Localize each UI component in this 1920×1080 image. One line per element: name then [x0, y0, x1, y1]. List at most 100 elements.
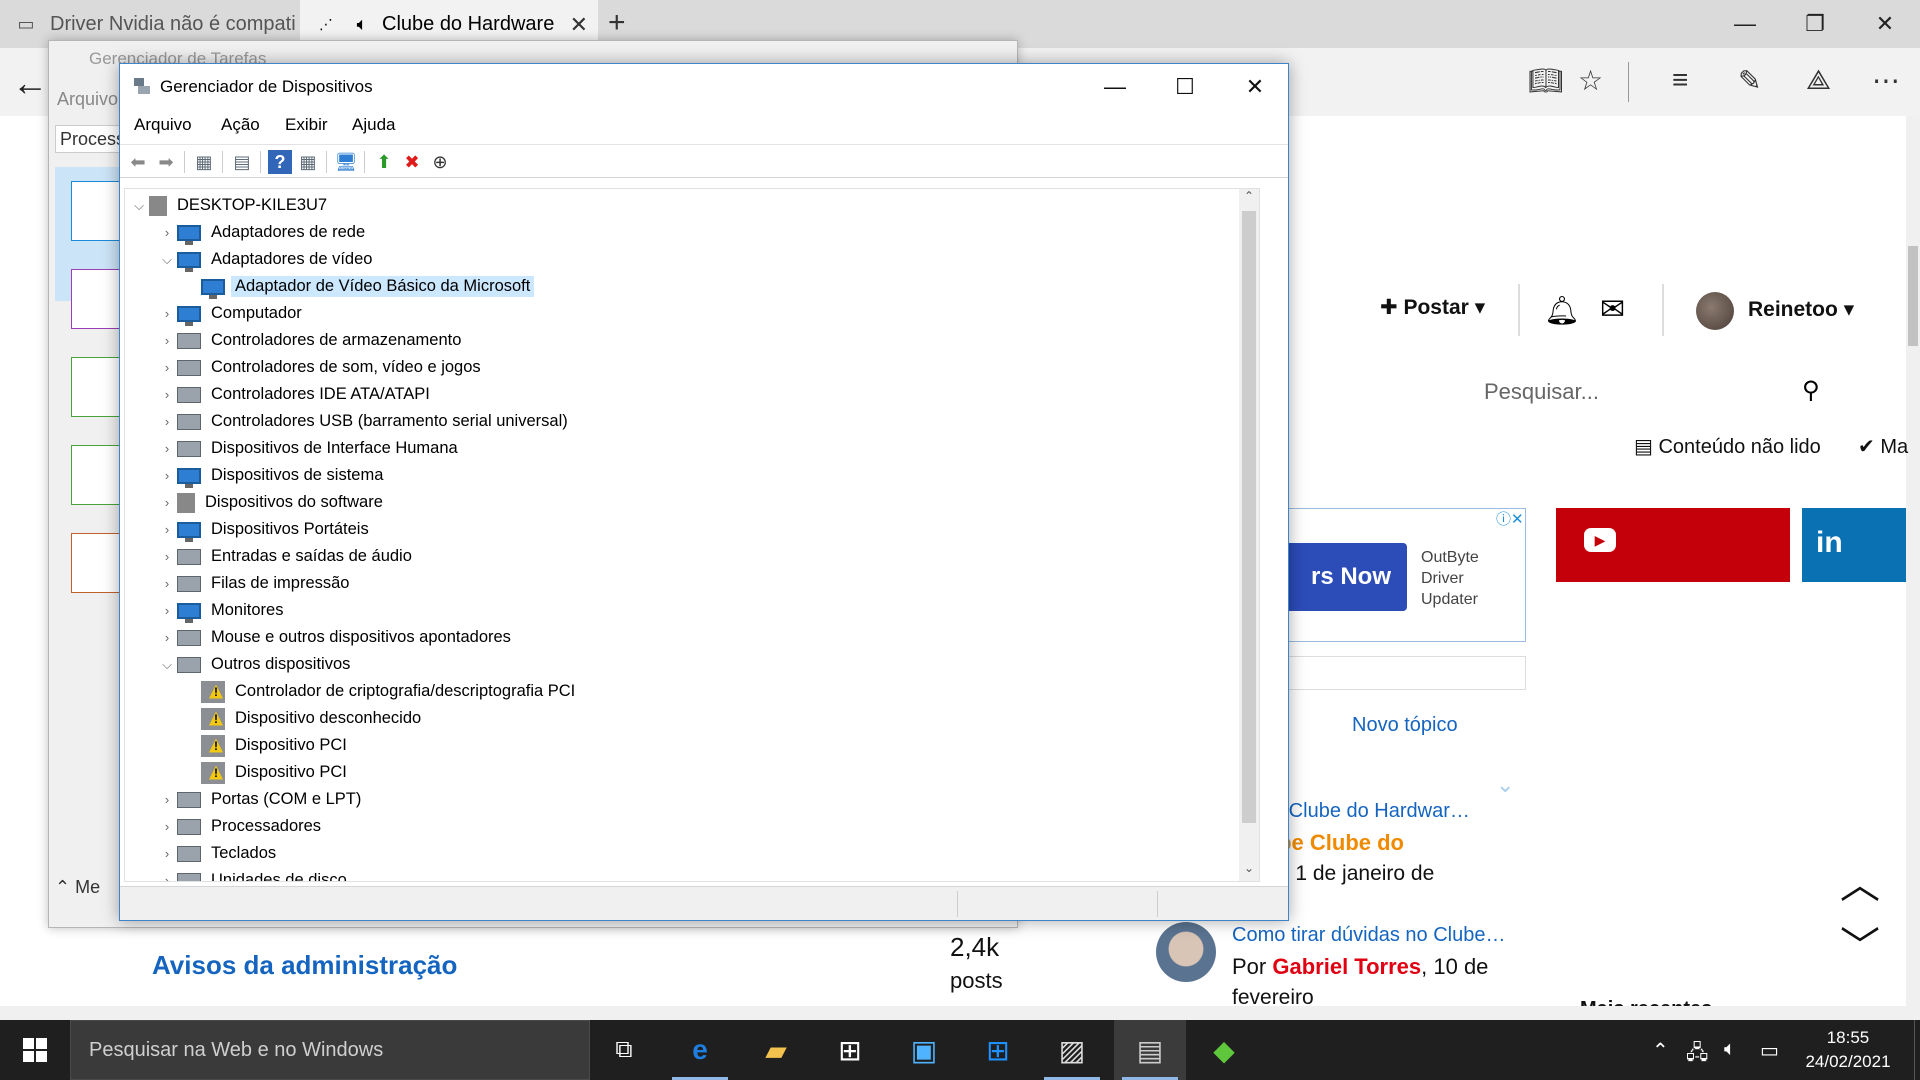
menu-ajuda[interactable]: Ajuda: [352, 115, 395, 135]
network-graph[interactable]: [71, 533, 121, 593]
scroll-down-arrow-icon[interactable]: ⌄: [1239, 861, 1259, 881]
unread-content-link[interactable]: ▤ Conteúdo não lido: [1634, 434, 1821, 459]
tree-category[interactable]: › Filas de impressão: [157, 570, 353, 597]
new-tab-button[interactable]: +: [608, 6, 626, 40]
messages-envelope-icon[interactable]: ✉: [1600, 292, 1625, 327]
feed-topic-link[interactable]: o Clube do Hardwar…: [1272, 800, 1470, 823]
close-button[interactable]: ✕: [1220, 64, 1290, 109]
show-hide-tree-icon[interactable]: ▦: [192, 150, 216, 174]
disk-graph[interactable]: [71, 357, 121, 417]
reading-view-icon[interactable]: 📖︎: [1528, 64, 1564, 97]
nvidia-app-icon[interactable]: ◆: [1188, 1020, 1260, 1080]
collapse-chevron-icon[interactable]: ⌵: [129, 198, 149, 214]
tree-root[interactable]: ⌵ DESKTOP-KILE3U7: [129, 192, 331, 219]
page-scrollbar[interactable]: [1906, 116, 1920, 1020]
disable-device-icon[interactable]: ⊕: [428, 150, 452, 174]
tree-category[interactable]: › Portas (COM e LPT): [157, 786, 365, 813]
volume-icon[interactable]: 🔈︎: [1724, 1038, 1736, 1061]
edge-browser-icon[interactable]: e: [664, 1020, 736, 1080]
title-bar[interactable]: Gerenciador de Dispositivos — ☐ ✕: [120, 64, 1288, 109]
search-icon[interactable]: ⚲: [1802, 376, 1820, 405]
device-manager-taskbar-icon[interactable]: ▤: [1114, 1020, 1186, 1080]
expand-chevron-icon[interactable]: ›: [157, 441, 177, 456]
tree-device[interactable]: Adaptador de Vídeo Básico da Microsoft: [181, 273, 535, 300]
scan-hardware-icon[interactable]: 🖥︎: [334, 150, 358, 174]
linkedin-button[interactable]: in: [1802, 508, 1906, 582]
back-arrow-icon[interactable]: ⬅: [126, 150, 150, 174]
tree-device[interactable]: Dispositivo PCI: [181, 759, 351, 786]
windows-security-icon[interactable]: ⊞: [962, 1020, 1034, 1080]
task-view-icon[interactable]: ⧉: [588, 1020, 660, 1080]
menu-arquivo[interactable]: Arquivo: [134, 115, 192, 135]
restore-button[interactable]: ❐: [1780, 0, 1850, 48]
tree-category[interactable]: › Processadores: [157, 813, 325, 840]
close-tab-icon[interactable]: ✕: [570, 12, 588, 38]
forward-arrow-icon[interactable]: ➡: [154, 150, 178, 174]
action-center-icon[interactable]: ▭: [1760, 1038, 1779, 1063]
expand-chevron-icon[interactable]: ›: [157, 846, 177, 861]
expand-chevron-icon[interactable]: ›: [157, 387, 177, 402]
post-button[interactable]: ✚ Postar ▾: [1380, 295, 1485, 320]
user-avatar[interactable]: [1696, 292, 1734, 330]
notifications-bell-icon[interactable]: 🔔︎: [1544, 294, 1580, 327]
tab-processos[interactable]: Processos: [55, 125, 123, 153]
file-explorer-icon[interactable]: ▰: [740, 1020, 812, 1080]
collapse-chevron-icon[interactable]: ⌵: [157, 657, 177, 673]
update-driver-icon[interactable]: ⬆: [372, 150, 396, 174]
scroll-up-arrow-icon[interactable]: ⌃: [1239, 189, 1259, 209]
control-panel-icon[interactable]: ▣: [888, 1020, 960, 1080]
memory-graph[interactable]: [71, 269, 121, 329]
user-menu[interactable]: Reinetoo ▾: [1748, 297, 1854, 322]
tree-category[interactable]: › Controladores USB (barramento serial un…: [157, 408, 572, 435]
expand-chevron-icon[interactable]: ›: [157, 603, 177, 618]
minimize-button[interactable]: —: [1080, 64, 1150, 109]
tree-device[interactable]: Dispositivo desconhecido: [181, 705, 425, 732]
expand-chevron-icon[interactable]: ›: [157, 333, 177, 348]
feed-topic-link[interactable]: Como tirar dúvidas no Clube…: [1232, 924, 1505, 947]
scroll-down-chevron-icon[interactable]: ﹀: [1840, 914, 1880, 972]
more-icon[interactable]: ⋯: [1872, 64, 1900, 97]
expand-chevron-icon[interactable]: ›: [157, 630, 177, 645]
speaker-icon[interactable]: 🔈︎: [350, 12, 374, 36]
system-clock[interactable]: 18:55 24/02/2021: [1800, 1026, 1896, 1074]
tree-category[interactable]: › Computador: [157, 300, 306, 327]
start-button[interactable]: [0, 1020, 70, 1080]
tree-category[interactable]: › Unidades de disco: [157, 867, 351, 881]
web-note-icon[interactable]: ✎: [1738, 64, 1761, 97]
expand-chevron-icon[interactable]: ›: [157, 225, 177, 240]
cpu-graph[interactable]: [71, 181, 121, 241]
tree-category[interactable]: › Dispositivos do software: [157, 489, 387, 516]
minimize-button[interactable]: —: [1710, 0, 1780, 48]
maximize-button[interactable]: ☐: [1150, 64, 1220, 109]
back-arrow-icon[interactable]: ←: [12, 62, 48, 104]
expand-chevron-icon[interactable]: ›: [157, 495, 177, 510]
tree-category[interactable]: › Controladores IDE ATA/ATAPI: [157, 381, 434, 408]
collapse-chevron-icon[interactable]: ⌵: [157, 252, 177, 268]
favorite-star-icon[interactable]: ☆: [1578, 64, 1603, 97]
share-icon[interactable]: ⟁: [1806, 64, 1831, 97]
menu-arquivo[interactable]: Arquivo: [57, 89, 118, 110]
tree-device[interactable]: Controlador de criptografia/descriptogra…: [181, 678, 579, 705]
tree-category[interactable]: › Adaptadores de rede: [157, 219, 369, 246]
help-icon[interactable]: ?: [268, 150, 292, 174]
section-title[interactable]: Avisos da administração: [152, 950, 457, 981]
tree-category[interactable]: › Dispositivos de sistema: [157, 462, 387, 489]
scroll-up-chevron-icon[interactable]: ︿: [1840, 852, 1880, 910]
expand-chevron-icon[interactable]: ›: [157, 873, 177, 881]
feed-author[interactable]: Gabriel Torres: [1272, 954, 1421, 979]
tree-category[interactable]: › Controladores de armazenamento: [157, 327, 465, 354]
expand-chevron-icon[interactable]: ›: [157, 819, 177, 834]
ad-cta-button[interactable]: rs Now: [1287, 543, 1407, 611]
ad-close-icon[interactable]: ⓘ✕: [1496, 508, 1526, 528]
expand-chevron-icon[interactable]: ›: [157, 522, 177, 537]
properties-icon[interactable]: ▤: [230, 150, 254, 174]
expand-chevron-icon[interactable]: ›: [157, 576, 177, 591]
show-desktop-button[interactable]: [1914, 1020, 1920, 1080]
author-avatar[interactable]: [1156, 922, 1216, 982]
tree-category[interactable]: › Dispositivos de Interface Humana: [157, 435, 462, 462]
expand-chevron-icon[interactable]: ›: [157, 414, 177, 429]
tree-category[interactable]: › Dispositivos Portáteis: [157, 516, 373, 543]
tree-category[interactable]: ⌵ Adaptadores de vídeo: [157, 246, 376, 273]
expand-chevron-icon[interactable]: ›: [157, 468, 177, 483]
chevron-down-icon[interactable]: ⌄: [1496, 772, 1514, 798]
